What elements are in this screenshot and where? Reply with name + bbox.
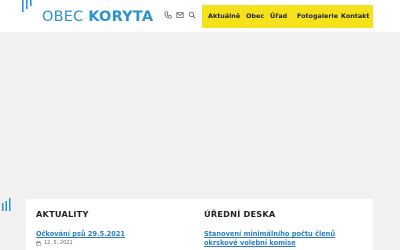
content-cards: AKTUALITY Očkování psů 29.5.2021 12. 5. … [26, 199, 373, 250]
site-logo[interactable]: OBEC KORYTA [42, 9, 153, 25]
decorative-mark-icon [2, 198, 11, 211]
nav-item-aktualne[interactable]: Aktuálně [208, 5, 240, 28]
logo-mark-icon [22, 0, 32, 12]
nav-item-fotogalerie[interactable]: Fotogalerie [297, 5, 338, 28]
news-section-title: AKTUALITY [36, 209, 89, 219]
logo-prefix: OBEC [42, 9, 84, 25]
board-section-title: ÚŘEDNÍ DESKA [204, 209, 276, 219]
calendar-icon [36, 240, 41, 246]
main-nav: Aktuálně Obec Úřad Fotogalerie Kontakt [202, 5, 373, 28]
nav-item-obec[interactable]: Obec [246, 5, 264, 28]
news-item-date-text: 12. 5. 2021 [44, 240, 73, 246]
search-icon[interactable] [188, 11, 196, 19]
phone-icon[interactable] [164, 11, 172, 19]
site-header: OBEC KORYTA Aktuálně Obec Úřad Fotogaler… [0, 0, 400, 32]
nav-item-kontakt[interactable]: Kontakt [341, 5, 369, 28]
board-item-link[interactable]: Stanovení minimálního počtu členů okrsko… [204, 230, 364, 248]
mail-icon[interactable] [176, 11, 184, 19]
hero-banner [0, 32, 400, 202]
nav-item-urad[interactable]: Úřad [270, 5, 287, 28]
news-item-date: 12. 5. 2021 [36, 240, 73, 246]
logo-name: KORYTA [88, 9, 154, 25]
news-item-link[interactable]: Očkování psů 29.5.2021 [36, 230, 125, 239]
